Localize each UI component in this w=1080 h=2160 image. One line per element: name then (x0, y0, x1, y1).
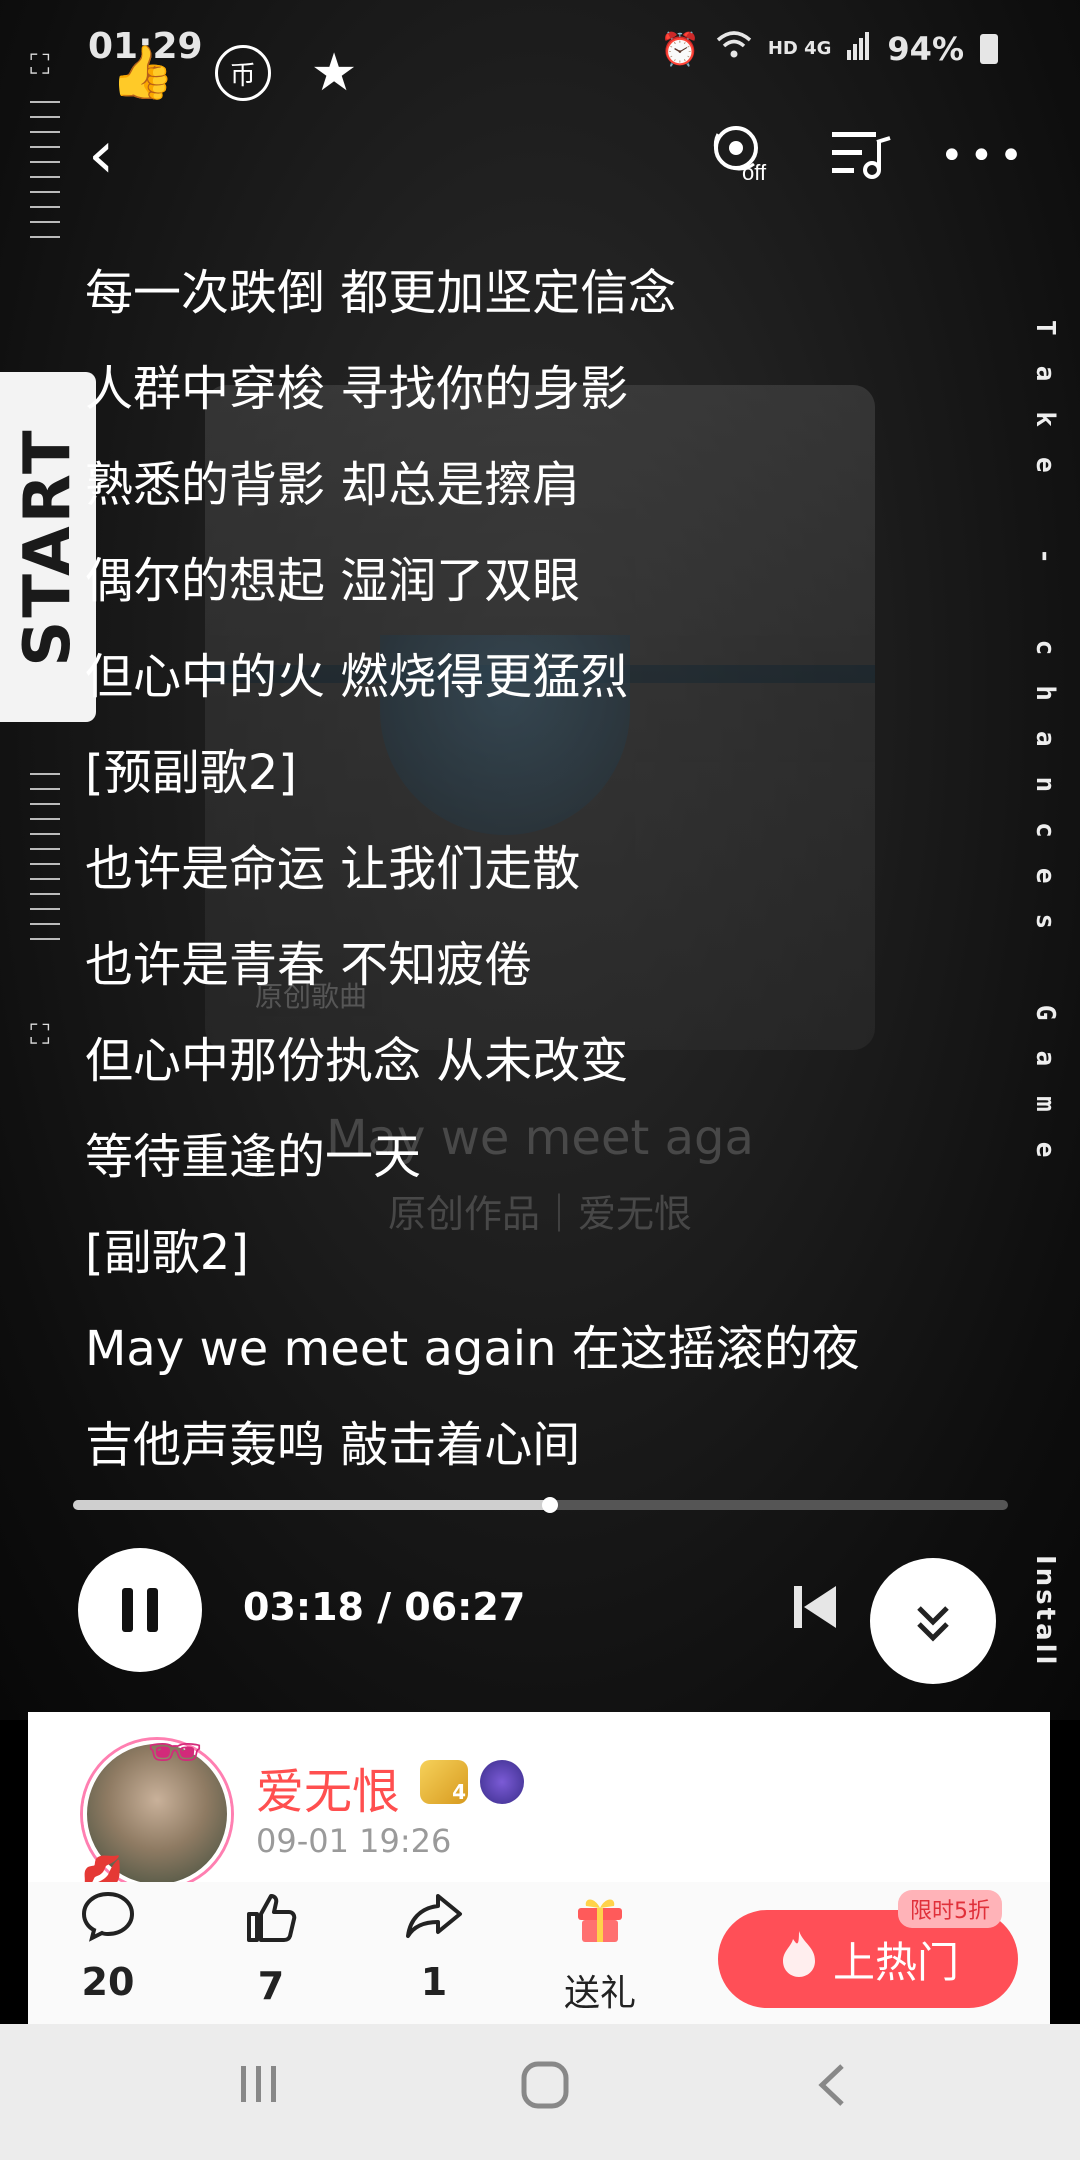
thumbs-up-icon[interactable]: 👍 (110, 47, 175, 99)
install-text: Install (1030, 1555, 1060, 1668)
lyric-line: 偶尔的想起 湿润了双眼 (85, 553, 581, 609)
post-author: 🕶 💋 爱无恨 4 09-01 19:26 (28, 1712, 1050, 1894)
lyric-line: [副歌2] (85, 1225, 249, 1281)
promote-label: 上热门 (832, 1937, 959, 1987)
fire-icon (777, 1929, 821, 1989)
status-right: ⏰ HD 4G 94% (660, 30, 998, 68)
comment-icon (58, 1890, 158, 1956)
lyric-line: 每一次跌倒 都更加坚定信念 (85, 265, 677, 321)
battery-text: 94% (887, 30, 964, 68)
post-timestamp: 09-01 19:26 (256, 1822, 452, 1860)
share-count: 1 (420, 1960, 448, 2004)
username[interactable]: 爱无恨 (256, 1752, 400, 1822)
back-icon[interactable]: ‹ (88, 122, 114, 188)
recent-apps-icon[interactable] (235, 2060, 283, 2118)
progress-fill (73, 1500, 550, 1510)
like-count: 7 (257, 1964, 285, 2008)
lyric-line: 也许是命运 让我们走散 (85, 841, 581, 897)
system-nav-bar (0, 2024, 1080, 2160)
lyric-line: 但心中那份执念 从未改变 (85, 1033, 629, 1089)
progress-knob[interactable] (541, 1497, 558, 1513)
floating-icons: 👍 币 ★ (110, 45, 357, 101)
start-label: START (11, 427, 85, 667)
right-vertical-text: Take - chances Game (1030, 320, 1060, 1188)
lyrics-panel[interactable]: 每一次跌倒 都更加坚定信念 人群中穿梭 寻找你的身影 熟悉的背影 却总是擦肩 偶… (85, 245, 985, 1493)
back-nav-icon[interactable] (812, 2060, 852, 2120)
level-badge: 4 (420, 1760, 468, 1804)
corner-bracket-icon: ⛶ (30, 48, 50, 81)
battery-icon (980, 34, 998, 64)
alarm-icon: ⏰ (659, 30, 700, 68)
lyric-line: May we meet again 在这摇滚的夜 (85, 1321, 860, 1377)
vinyl-off-icon[interactable]: off (712, 124, 778, 192)
network-type: HD 4G (767, 38, 832, 59)
comment-button[interactable]: 20 (58, 1890, 158, 2004)
comment-count: 20 (81, 1960, 135, 2004)
rail-ticks-top (30, 88, 60, 251)
lyric-line: 也许是青春 不知疲倦 (85, 937, 533, 993)
action-bar: 20 7 1 送礼 上热门 限时5折 (28, 1882, 1050, 2024)
sunglasses-icon: 🕶 (147, 1727, 203, 1778)
thumbs-up-icon (221, 1890, 321, 1960)
lyric-line: 熟悉的背影 却总是擦肩 (85, 457, 581, 513)
wifi-icon (716, 30, 752, 68)
previous-icon[interactable] (790, 1582, 840, 1643)
more-icon[interactable]: ••• (940, 132, 1029, 180)
rail-ticks-bottom (30, 760, 60, 953)
start-tab[interactable]: START (0, 372, 96, 722)
corner-bracket-icon: ⛶ (30, 1018, 50, 1051)
lyric-line: 人群中穿梭 寻找你的身影 (85, 361, 629, 417)
discount-badge: 限时5折 (898, 1890, 1002, 1928)
gift-icon (550, 1890, 650, 1960)
currency-icon[interactable]: 币 (214, 45, 271, 101)
top-app-bar: ‹ off ••• (0, 110, 1080, 200)
lyric-line: 吉他声轰鸣 敲击着心间 (85, 1417, 581, 1473)
svg-text:off: off (742, 160, 767, 184)
gift-label: 送礼 (563, 1973, 636, 2014)
share-button[interactable]: 1 (384, 1890, 484, 2004)
lyric-line: 但心中的火 燃烧得更猛烈 (85, 649, 629, 705)
star-icon[interactable]: ★ (311, 47, 358, 99)
lyric-line: [预副歌2] (85, 745, 297, 801)
share-icon (384, 1890, 484, 1956)
playlist-icon[interactable] (832, 128, 892, 188)
home-icon[interactable] (520, 2060, 570, 2120)
avatar[interactable]: 🕶 💋 (81, 1727, 231, 1894)
pause-button[interactable] (78, 1548, 202, 1672)
gift-button[interactable]: 送礼 (550, 1890, 650, 2016)
like-button[interactable]: 7 (221, 1890, 321, 2008)
signal-icon (847, 30, 871, 68)
post-card: 🕶 💋 爱无恨 4 09-01 19:26 20 7 1 送礼 上热门 限时5折 (28, 1712, 1050, 2024)
lyric-line: 等待重逢的一天 (85, 1129, 422, 1185)
fan-badge-icon (480, 1760, 524, 1804)
chevron-down-icon (913, 1593, 953, 1649)
playback-time: 03:18 / 06:27 (243, 1585, 526, 1629)
collapse-button[interactable] (870, 1558, 996, 1684)
progress-bar[interactable] (73, 1497, 1008, 1513)
